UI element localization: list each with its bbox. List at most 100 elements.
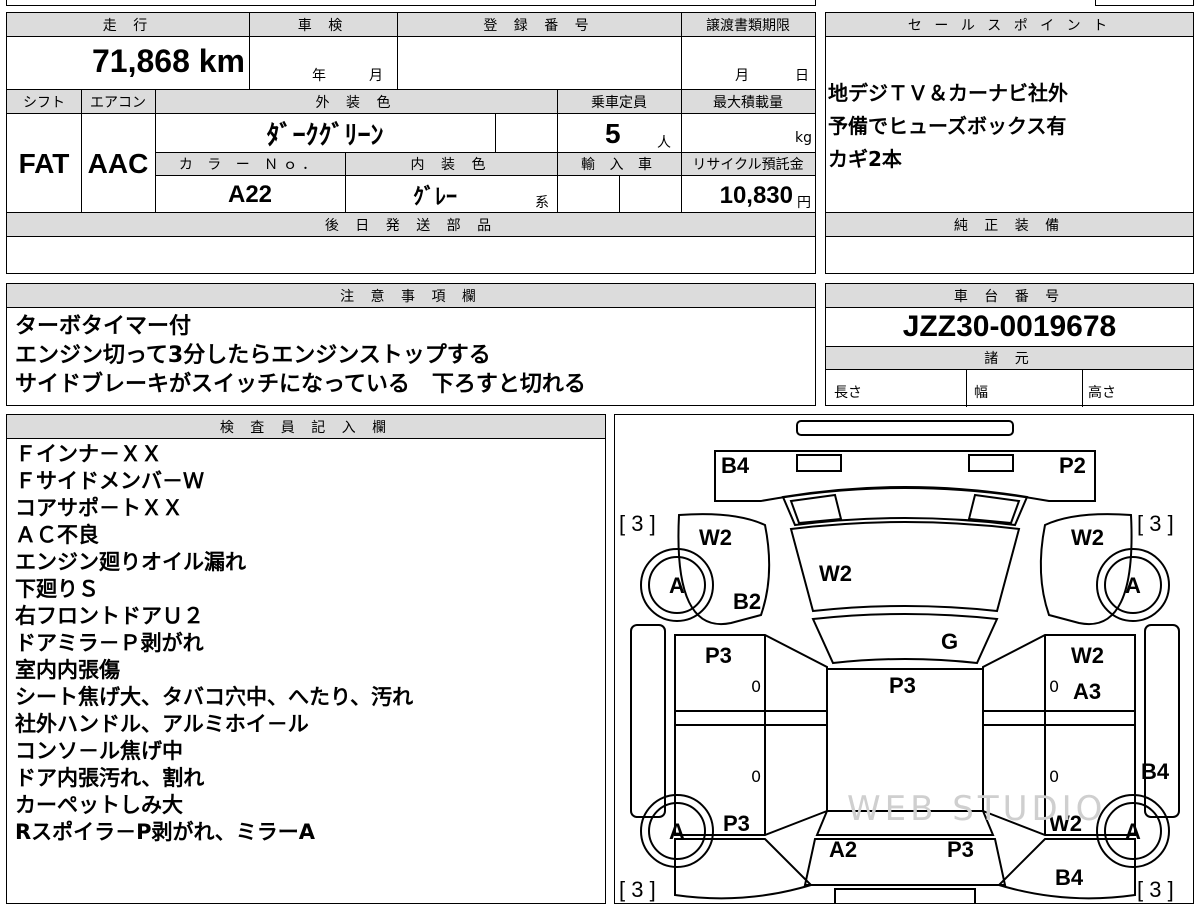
sales-point-line-3: カギ2本 (828, 147, 902, 171)
top-info-block: 走 行 車 検 登 録 番 号 譲渡書類期限 71,868 km 年 月 月 日 (6, 12, 816, 91)
exterior-color-label: 外 装 色 (315, 95, 397, 111)
aircon-label: エアコン (90, 95, 146, 111)
mileage-unit: km (198, 43, 245, 79)
inspector-block: 検 査 員 記 入 欄 Ｆインナ－ＸＸ Ｆサイドメンバ－Ｗ コアサポ－トＸＸ Ａ… (6, 414, 606, 904)
bracket-top-right: [ 3 ] (1137, 511, 1174, 536)
later-parts-block: 後 日 発 送 部 品 (6, 212, 816, 274)
front-right-corner-code: P2 (1059, 453, 1086, 478)
transfer-month: 月 (735, 68, 749, 84)
inspection-year: 年 (312, 68, 326, 84)
inspector-line: コアサポ－トＸＸ (15, 496, 183, 520)
quarter-left-code: P3 (723, 811, 750, 836)
front-left-corner-code: B4 (721, 453, 750, 478)
notes-block: 注 意 事 項 欄 ターボタイマー付 エンジン切って3分したらエンジンストップす… (6, 283, 816, 406)
door-front-right-code-2: A3 (1073, 679, 1102, 704)
door-front-right-code: W2 (1071, 643, 1104, 668)
door-marker-2: 0 (1049, 677, 1060, 696)
inspector-line: ドアミラ－Ｐ剥がれ (15, 631, 204, 655)
mileage-value: 71,868 km (7, 43, 245, 80)
top-strip-right (1095, 0, 1194, 6)
top-strip (6, 0, 816, 6)
door-marker-1: 0 (751, 677, 762, 696)
car-outline-diagram (630, 420, 1180, 903)
aircon-value: AAC (87, 148, 149, 179)
sales-points-block: セ ー ル ス ポ イ ン ト 地デジＴＶ＆カーナビ社外 予備でヒューズボックス… (825, 12, 1194, 213)
recycle-label: リサイクル預託金 (692, 157, 804, 173)
interior-color-suffix: 系 (535, 195, 549, 211)
max-load-unit: kg (795, 130, 812, 146)
inspector-line: ドア内張汚れ、割れ (15, 766, 205, 790)
sales-points-label: セ ー ル ス ポ イ ン ト (907, 18, 1112, 34)
wheel-rear-right-code: A (1125, 819, 1141, 844)
trunk-left-code: A2 (829, 837, 858, 862)
sales-point-line-1: 地デジＴＶ＆カーナビ社外 (828, 81, 1068, 105)
max-load-label: 最大積載量 (713, 95, 783, 111)
spec-block: シフト エアコン 外 装 色 乗車定員 最大積載量 カ ラ ー Ｎｏ． 内 装 … (6, 89, 816, 214)
rear-right-corner-code: B4 (1055, 865, 1084, 890)
mileage-number: 71,868 (91, 43, 190, 79)
capacity-unit: 人 (657, 135, 671, 151)
hood-code: W2 (819, 561, 852, 586)
capacity-label: 乗車定員 (591, 95, 647, 111)
chassis-label: 車 台 番 号 (953, 289, 1066, 305)
interior-color-label: 内 装 色 (410, 157, 492, 173)
inspector-line: 室内内張傷 (15, 658, 120, 682)
wheel-front-left-code: A (669, 573, 685, 598)
length-label: 長さ (834, 385, 862, 401)
inspector-line: 右フロントドアＵ２ (15, 604, 204, 628)
watermark: WEB STUDIO (847, 789, 1107, 829)
recycle-value: 10,830 (719, 182, 793, 209)
transfer-day: 日 (795, 68, 809, 84)
color-no-value: A22 (227, 181, 273, 208)
color-no-label: カ ラ ー Ｎｏ． (178, 157, 322, 173)
chassis-number: JZZ30-0019678 (902, 310, 1117, 343)
inspector-line: 下廻りＳ (15, 577, 99, 601)
left-fender-code: W2 (699, 525, 732, 550)
inspector-label: 検 査 員 記 入 欄 (219, 420, 393, 436)
genuine-equipment-label: 純 正 装 備 (953, 218, 1066, 234)
inspector-line: コンソ－ル焦げ中 (15, 739, 183, 763)
windshield-code: G (941, 629, 959, 654)
import-label: 輸 入 車 (581, 157, 657, 173)
transfer-label: 譲渡書類期限 (706, 18, 790, 34)
inspector-line: 社外ハンドル、アルミホイ－ル (15, 712, 309, 736)
notes-label: 注 意 事 項 欄 (340, 289, 482, 305)
inspector-line: エンジン廻りオイル漏れ (15, 550, 246, 574)
recycle-unit: 円 (797, 195, 811, 211)
rocker-right-code: B4 (1141, 759, 1170, 784)
inspection-label: 車 検 (297, 18, 349, 34)
inspector-line: Rスポイラ－P剥がれ、ミラーA (15, 820, 316, 844)
height-label: 高さ (1088, 385, 1116, 401)
wheel-front-right-code: A (1125, 573, 1141, 598)
bracket-bottom-right: [ 3 ] (1137, 877, 1174, 902)
right-fender-code: W2 (1071, 525, 1104, 550)
shift-value: FAT (18, 148, 70, 179)
sales-point-line-2: 予備でヒューズボックス有 (828, 114, 1067, 138)
shift-label: シフト (23, 95, 65, 111)
registration-label: 登 録 番 号 (483, 18, 595, 34)
wheel-rear-left-code: A (669, 819, 685, 844)
note-line-1: ターボタイマー付 (15, 314, 192, 339)
pillar-left-code: B2 (733, 589, 762, 614)
door-front-left-code: P3 (705, 643, 732, 668)
inspector-list: Ｆインナ－ＸＸ Ｆサイドメンバ－Ｗ コアサポ－トＸＸ ＡＣ不良 エンジン廻りオイ… (15, 441, 413, 846)
width-label: 幅 (974, 385, 988, 401)
note-line-3: サイドブレーキがスイッチになっている 下ろすと切れる (15, 372, 586, 397)
bracket-top-left: [ 3 ] (619, 511, 656, 536)
later-parts-label: 後 日 発 送 部 品 (324, 218, 498, 234)
interior-color-value: ｸﾞﾚｰ (412, 184, 457, 209)
inspector-line: カーペットしみ大 (15, 793, 183, 817)
inspector-line: ＡＣ不良 (15, 523, 99, 547)
genuine-equipment-block: 純 正 装 備 (825, 212, 1194, 274)
inspector-line: シート焦げ大、タバコ穴中、へたり、汚れ (15, 685, 414, 709)
chassis-block: 車 台 番 号 JZZ30-0019678 諸 元 長さ 幅 高さ (825, 283, 1194, 407)
door-marker-4: 0 (1049, 767, 1060, 786)
note-line-2: エンジン切って3分したらエンジンストップする (15, 343, 491, 368)
car-diagram-block: B4 P2 [ 3 ] [ 3 ] [ 3 ] [ 3 ] W2 W2 W2 A… (614, 414, 1194, 904)
mileage-label: 走 行 (102, 18, 154, 34)
roof-code: P3 (889, 673, 916, 698)
inspector-line: Ｆインナ－ＸＸ (15, 442, 162, 466)
inspection-month: 月 (369, 68, 383, 84)
specs-label: 諸 元 (984, 351, 1035, 367)
door-marker-3: 0 (751, 767, 762, 786)
